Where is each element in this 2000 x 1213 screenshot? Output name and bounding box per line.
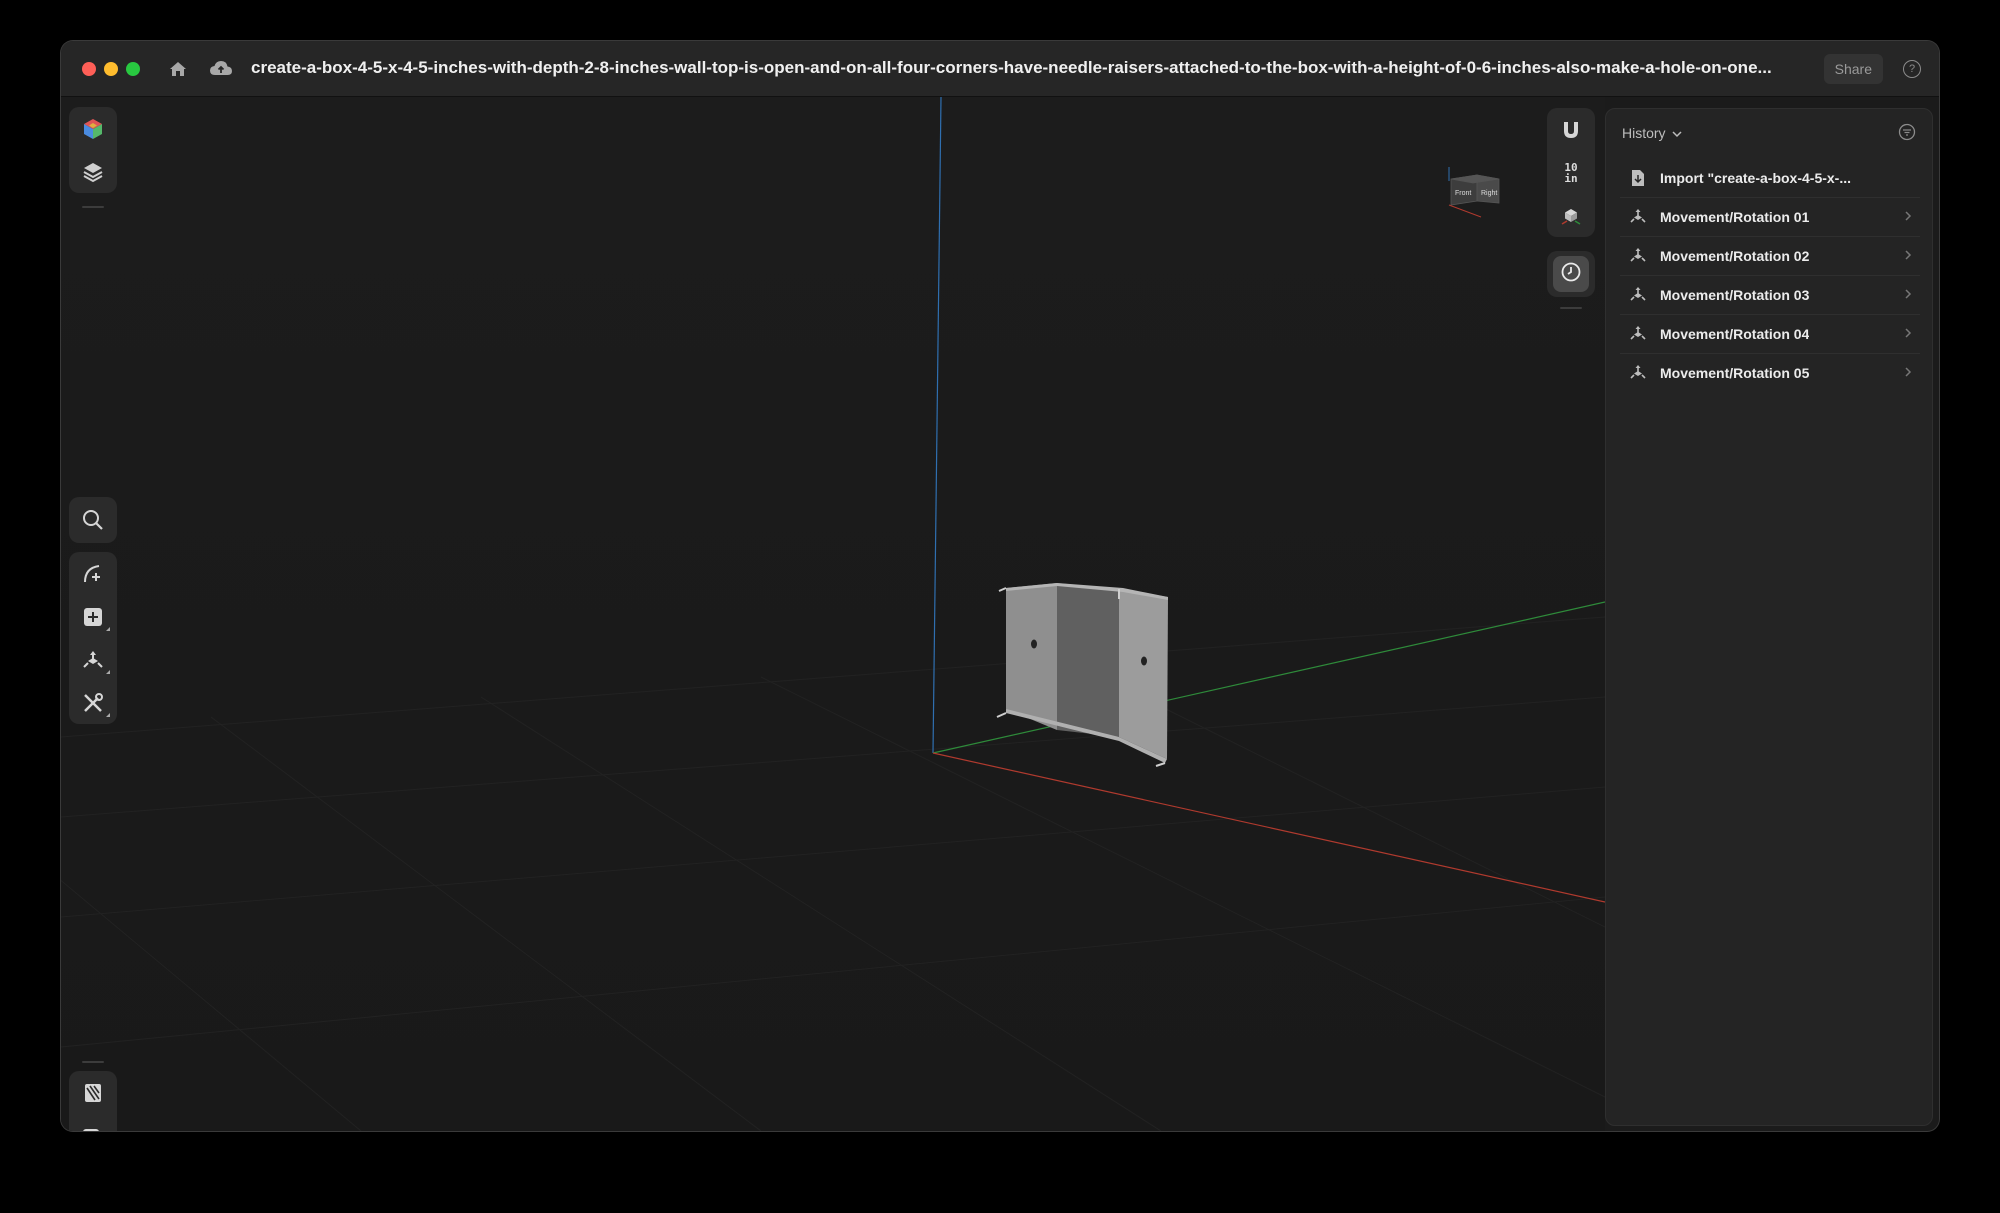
add-shape-icon[interactable] (69, 595, 117, 638)
transform-icon (1628, 207, 1648, 227)
tools-icon[interactable] (69, 681, 117, 724)
history-item-movement-04[interactable]: Movement/Rotation 04 (1620, 315, 1920, 354)
scene-canvas[interactable] (61, 97, 1605, 1131)
share-button[interactable]: Share (1823, 54, 1883, 84)
chevron-right-icon[interactable] (1904, 287, 1912, 305)
magnet-icon[interactable] (1547, 108, 1595, 151)
document-title: create-a-box-4-5-x-4-5-inches-with-depth… (251, 58, 1772, 77)
transform-icon (1628, 285, 1648, 305)
units-toggle[interactable]: 10 in (1547, 151, 1595, 194)
history-item-label: Movement/Rotation 04 (1660, 326, 1810, 342)
toolbar-divider (82, 206, 104, 208)
help-button[interactable]: ? (1903, 60, 1921, 78)
history-item-label: Import "create-a-box-4-5-x-... (1660, 170, 1852, 186)
clock-icon (1560, 261, 1582, 288)
chevron-right-icon[interactable] (1904, 326, 1912, 344)
file-import-icon (1628, 168, 1648, 188)
view-cube[interactable]: Front Right (1441, 165, 1511, 230)
left-toolbar-top (69, 107, 117, 193)
history-title: History (1622, 125, 1666, 141)
viewcube-right-label: Right (1481, 190, 1497, 197)
chevron-right-icon[interactable] (1904, 209, 1912, 227)
3d-viewport[interactable]: Front Right (61, 97, 1605, 1131)
history-dropdown[interactable]: History (1622, 125, 1682, 141)
right-toolbar: 10 in (1547, 108, 1595, 237)
sketch-icon[interactable] (69, 552, 117, 595)
left-toolbar-search (69, 497, 117, 543)
transform-icon (1628, 246, 1648, 266)
close-window-button[interactable] (82, 62, 96, 76)
history-item-movement-02[interactable]: Movement/Rotation 02 (1620, 237, 1920, 276)
app-window: create-a-box-4-5-x-4-5-inches-with-depth… (61, 41, 1939, 1131)
toolbar-divider-bottom (82, 1061, 104, 1063)
transform-icon[interactable] (69, 638, 117, 681)
history-list: Import "create-a-box-4-5-x-... Movement/… (1620, 159, 1920, 392)
zoom-window-button[interactable] (126, 62, 140, 76)
texture-icon[interactable] (69, 1071, 117, 1114)
home-icon[interactable] (164, 55, 192, 83)
history-toggle-button[interactable] (1547, 251, 1595, 297)
history-item-label: Movement/Rotation 01 (1660, 209, 1810, 225)
history-panel: History Import "create-a-box-4-5-x-... M… (1605, 108, 1933, 1126)
left-toolbar-bottom (69, 1071, 117, 1131)
units-label: in (1564, 171, 1578, 185)
search-icon[interactable] (69, 497, 117, 543)
minimize-window-button[interactable] (104, 62, 118, 76)
filter-icon[interactable] (1898, 123, 1916, 141)
cloud-sync-icon[interactable] (207, 55, 235, 83)
layers-icon[interactable] (69, 150, 117, 193)
history-item-movement-05[interactable]: Movement/Rotation 05 (1620, 354, 1920, 392)
history-item-movement-03[interactable]: Movement/Rotation 03 (1620, 276, 1920, 315)
print-icon[interactable] (69, 1114, 117, 1131)
viewcube-front-label: Front (1455, 190, 1471, 197)
history-item-import[interactable]: Import "create-a-box-4-5-x-... (1620, 159, 1920, 198)
history-item-label: Movement/Rotation 02 (1660, 248, 1810, 264)
history-item-label: Movement/Rotation 03 (1660, 287, 1810, 303)
transform-icon (1628, 363, 1648, 383)
history-item-movement-01[interactable]: Movement/Rotation 01 (1620, 198, 1920, 237)
left-toolbar-main (69, 552, 117, 724)
color-cube-icon[interactable] (69, 107, 117, 150)
chevron-down-icon (1672, 125, 1682, 141)
units-value: 10 (1564, 160, 1578, 174)
right-toolbar-divider (1560, 307, 1582, 309)
view-cube-icon[interactable] (1547, 194, 1595, 237)
chevron-right-icon[interactable] (1904, 365, 1912, 383)
history-item-label: Movement/Rotation 05 (1660, 365, 1810, 381)
chevron-right-icon[interactable] (1904, 248, 1912, 266)
transform-icon (1628, 324, 1648, 344)
title-bar: create-a-box-4-5-x-4-5-inches-with-depth… (61, 41, 1939, 97)
